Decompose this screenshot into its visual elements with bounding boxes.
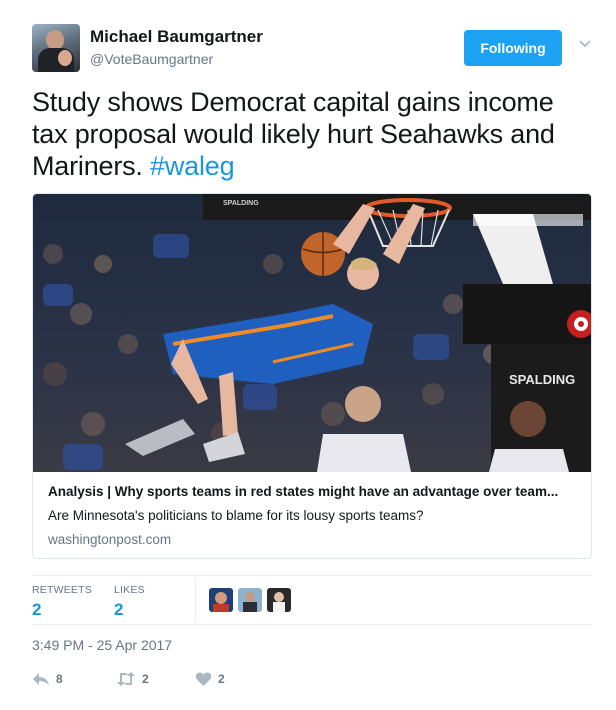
avatar-child-shape xyxy=(58,50,72,66)
stats-separator xyxy=(195,578,196,622)
likes-stat[interactable]: LIKES 2 xyxy=(114,584,145,620)
hashtag-link[interactable]: #waleg xyxy=(150,151,235,181)
retweets-stat[interactable]: RETWEETS 2 xyxy=(32,584,92,620)
liker-avatar-icon[interactable] xyxy=(209,588,233,612)
link-preview-card[interactable]: SPALDING SPALDING Analysis | Why sports … xyxy=(32,193,592,559)
reply-icon xyxy=(33,673,49,685)
reply-action[interactable]: 8 xyxy=(32,670,63,688)
author-avatar[interactable] xyxy=(32,24,80,72)
stats-bottom-divider xyxy=(32,624,592,625)
like-action[interactable]: 2 xyxy=(195,670,225,688)
heart-icon xyxy=(195,672,212,686)
retweet-action[interactable]: 2 xyxy=(116,670,149,688)
retweets-count: 2 xyxy=(32,600,42,619)
author-handle[interactable]: @VoteBaumgartner xyxy=(90,51,213,67)
liker-avatar-icon[interactable] xyxy=(238,588,262,612)
card-domain[interactable]: washingtonpost.com xyxy=(48,532,171,547)
stats-top-divider xyxy=(32,575,592,576)
chevron-down-icon[interactable] xyxy=(579,38,591,50)
backboard-brand-text: SPALDING xyxy=(223,200,259,207)
card-description: Are Minnesota's politicians to blame for… xyxy=(48,508,424,523)
retweets-label: RETWEETS xyxy=(32,584,92,596)
reply-count: 8 xyxy=(56,672,63,686)
retweet-count: 2 xyxy=(142,672,149,686)
card-title[interactable]: Analysis | Why sports teams in red state… xyxy=(48,484,578,499)
stanchion-brand-text: SPALDING xyxy=(509,372,575,387)
following-button[interactable]: Following xyxy=(464,30,562,66)
retweet-icon xyxy=(117,672,135,686)
liker-avatar-icon[interactable] xyxy=(267,588,291,612)
avatar-head-shape xyxy=(46,30,64,50)
likes-label: LIKES xyxy=(114,584,145,596)
like-count: 2 xyxy=(218,672,225,686)
basketball-dunk-photo-icon: SPALDING SPALDING xyxy=(33,194,591,472)
tweet-text: Study shows Democrat capital gains incom… xyxy=(32,86,592,182)
tweet-header: Michael Baumgartner @VoteBaumgartner Fol… xyxy=(32,24,592,74)
author-name[interactable]: Michael Baumgartner xyxy=(90,27,263,47)
tweet-body-text: Study shows Democrat capital gains incom… xyxy=(32,87,555,181)
likes-count: 2 xyxy=(114,600,124,619)
tweet-timestamp[interactable]: 3:49 PM - 25 Apr 2017 xyxy=(32,637,172,653)
